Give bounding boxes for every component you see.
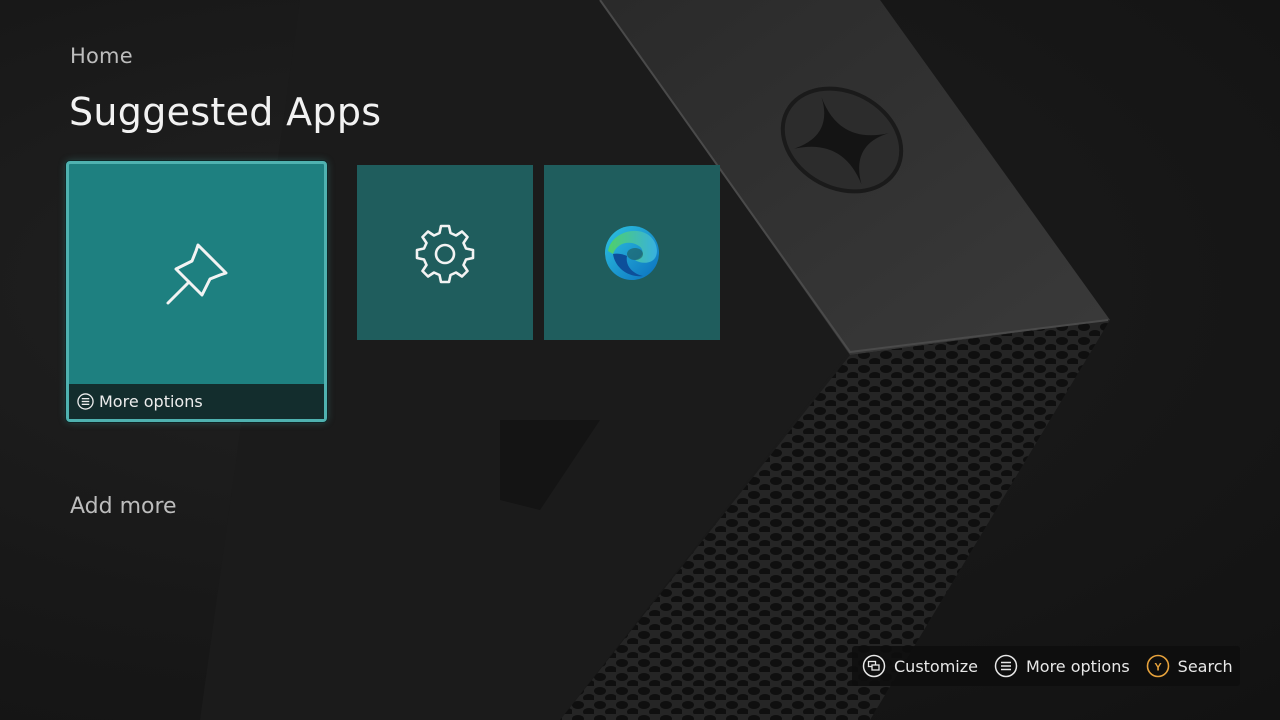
tile-settings-app[interactable] xyxy=(357,165,533,340)
breadcrumb: Home xyxy=(70,44,133,68)
y-button-letter: Y xyxy=(1154,661,1162,673)
gear-icon xyxy=(415,224,475,283)
y-button-icon: Y xyxy=(1146,654,1170,678)
home-screen: Home Suggested Apps More options Add mor… xyxy=(0,0,1280,720)
view-button-icon xyxy=(862,654,886,678)
tile-art xyxy=(69,164,324,384)
tile-footer-label: More options xyxy=(99,392,203,411)
add-more-link[interactable]: Add more xyxy=(70,494,177,519)
tile-footer: More options xyxy=(69,384,324,419)
hint-more-options[interactable]: More options xyxy=(994,654,1130,678)
tile-pin-app[interactable]: More options xyxy=(66,161,327,422)
hint-search[interactable]: Y Search xyxy=(1146,654,1233,678)
hint-customize[interactable]: Customize xyxy=(862,654,978,678)
pin-icon xyxy=(166,243,227,305)
hint-label: More options xyxy=(1025,656,1130,676)
hint-label: Customize xyxy=(894,656,978,676)
console-logo xyxy=(780,86,904,194)
hint-label: Search xyxy=(1177,656,1233,676)
menu-button-icon xyxy=(994,654,1018,678)
menu-button-icon xyxy=(77,393,94,410)
tile-edge-app[interactable] xyxy=(544,165,720,340)
edge-browser-icon xyxy=(605,225,659,280)
page-title: Suggested Apps xyxy=(69,90,382,134)
controller-hint-bar: Customize More options Y Search xyxy=(852,646,1240,686)
